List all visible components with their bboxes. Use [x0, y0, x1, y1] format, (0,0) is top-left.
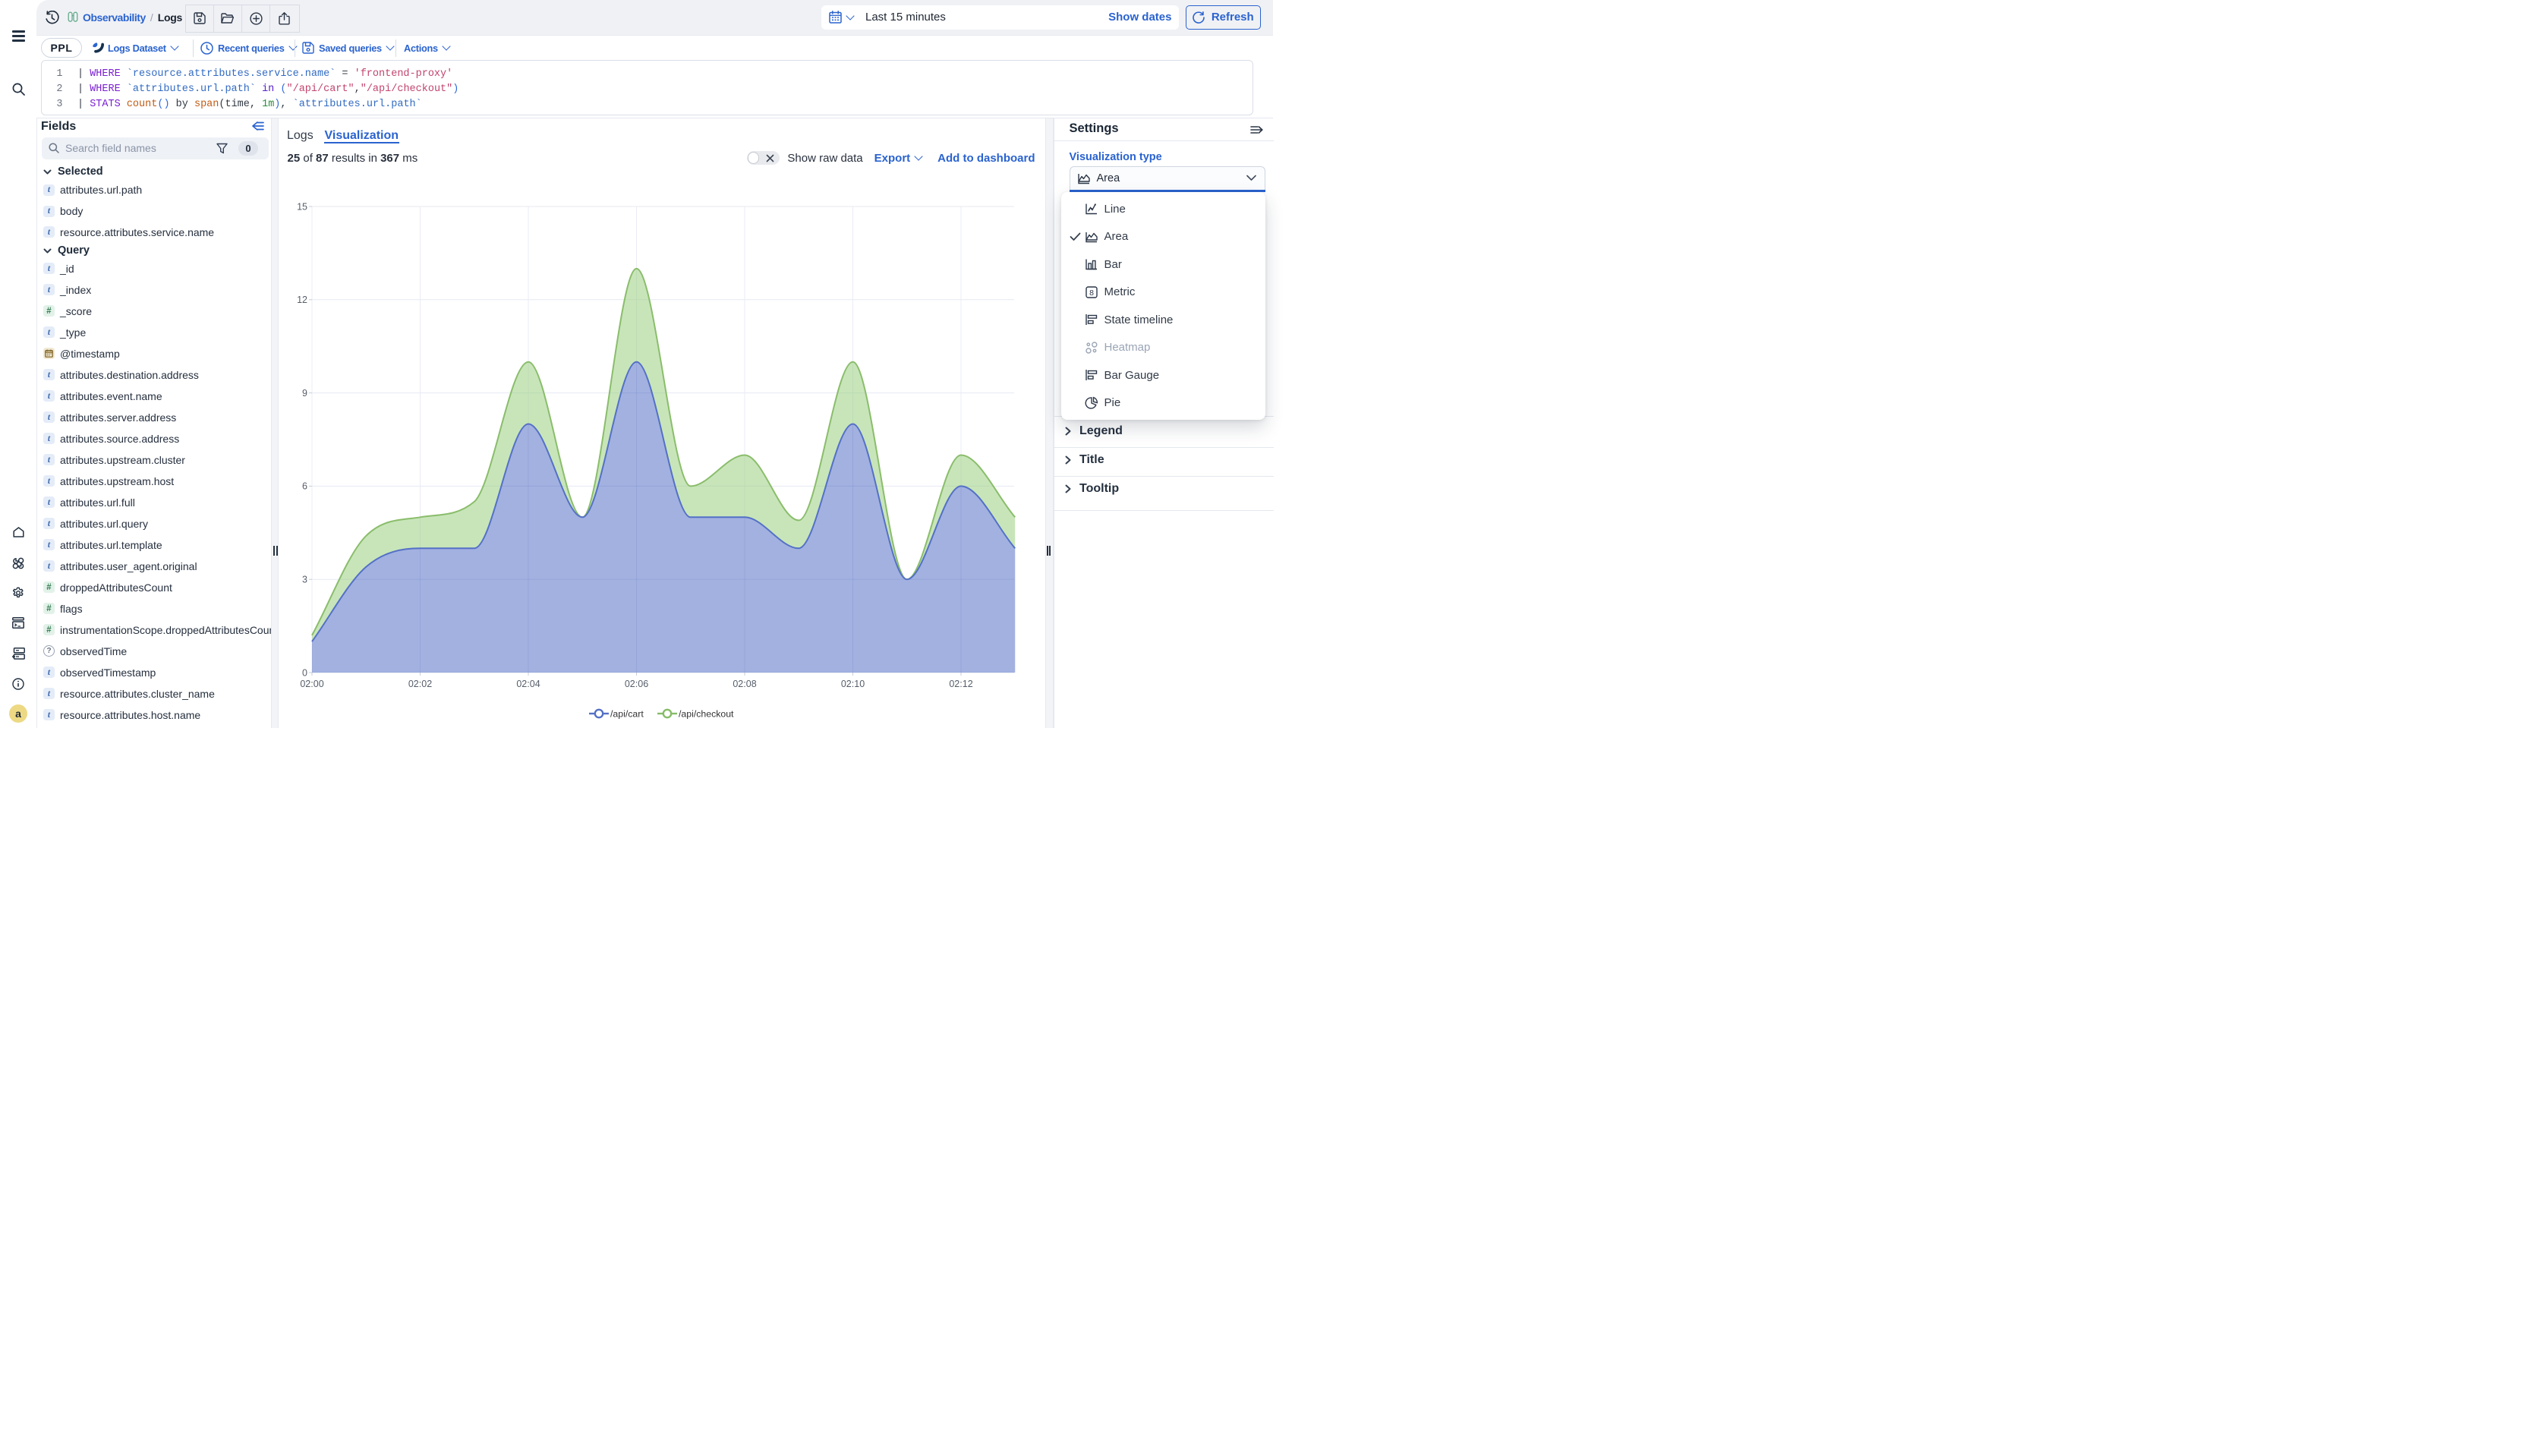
svg-text:15: 15	[297, 201, 307, 212]
svg-text:02:12: 02:12	[949, 679, 972, 689]
svg-text:02:08: 02:08	[733, 679, 756, 689]
svg-text:02:06: 02:06	[625, 679, 648, 689]
svg-text:/api/checkout: /api/checkout	[679, 708, 734, 719]
svg-text:6: 6	[302, 481, 307, 491]
svg-text:02:10: 02:10	[841, 679, 865, 689]
svg-text:9: 9	[302, 387, 307, 398]
svg-text:02:02: 02:02	[408, 679, 432, 689]
svg-text:0: 0	[302, 667, 307, 678]
svg-text:02:04: 02:04	[516, 679, 540, 689]
svg-text:8: 8	[1089, 288, 1094, 298]
svg-text:02:00: 02:00	[300, 679, 323, 689]
svg-text:3: 3	[302, 574, 307, 585]
svg-text:12: 12	[297, 295, 307, 305]
svg-text:/api/cart: /api/cart	[610, 708, 644, 719]
